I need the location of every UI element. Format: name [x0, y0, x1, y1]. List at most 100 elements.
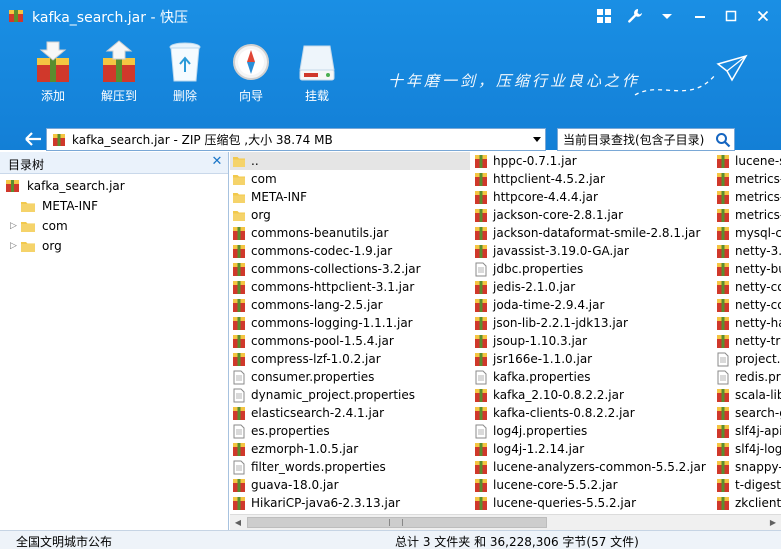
search-field[interactable]: 当前目录查找(包含子目录)	[557, 128, 735, 151]
file-item[interactable]: dynamic_project.properties	[230, 386, 470, 404]
file-item[interactable]: ezmorph-1.0.5.jar	[230, 440, 470, 458]
maximize-button[interactable]	[718, 4, 744, 28]
file-item[interactable]: javassist-3.19.0-GA.jar	[472, 242, 712, 260]
file-name: json-lib-2.2.1-jdk13.jar	[493, 316, 628, 330]
file-item[interactable]: ..	[230, 152, 470, 170]
file-item[interactable]: lucene-analyzers-common-5.5.2.jar	[472, 458, 712, 476]
file-item[interactable]: metrics-	[714, 206, 781, 224]
file-item[interactable]: commons-httpclient-3.1.jar	[230, 278, 470, 296]
file-item[interactable]: metrics-	[714, 188, 781, 206]
file-item[interactable]: search-g	[714, 404, 781, 422]
file-item[interactable]: jackson-dataformat-smile-2.8.1.jar	[472, 224, 712, 242]
scroll-thumb[interactable]	[247, 517, 547, 528]
chevron-down-icon	[662, 14, 672, 19]
menu-dropdown-button[interactable]	[654, 4, 680, 28]
file-item[interactable]: elasticsearch-2.4.1.jar	[230, 404, 470, 422]
back-button[interactable]	[22, 129, 44, 149]
file-item[interactable]: joda-time-2.9.4.jar	[472, 296, 712, 314]
expand-arrow-icon[interactable]: ▷	[10, 241, 20, 251]
extract-to-button[interactable]: 解压到	[89, 40, 149, 106]
file-item[interactable]: log4j-1.2.14.jar	[472, 440, 712, 458]
file-item[interactable]: consumer.properties	[230, 368, 470, 386]
file-item[interactable]: es.properties	[230, 422, 470, 440]
file-item[interactable]: commons-collections-3.2.jar	[230, 260, 470, 278]
grid-view-button[interactable]	[591, 4, 617, 28]
close-button[interactable]	[750, 4, 776, 28]
file-name: metrics-	[735, 172, 781, 186]
file-item[interactable]: lucene-core-5.5.2.jar	[472, 476, 712, 494]
file-item[interactable]: lucene-queries-5.5.2.jar	[472, 494, 712, 512]
file-item[interactable]: jackson-core-2.8.1.jar	[472, 206, 712, 224]
file-item[interactable]: filter_words.properties	[230, 458, 470, 476]
file-item[interactable]: t-digest	[714, 476, 781, 494]
file-item[interactable]: HikariCP-java6-2.3.13.jar	[230, 494, 470, 512]
wizard-button[interactable]: 向导	[221, 40, 281, 106]
file-item[interactable]: netty-bu	[714, 260, 781, 278]
file-name: HikariCP-java6-2.3.13.jar	[251, 496, 401, 510]
file-item[interactable]: commons-beanutils.jar	[230, 224, 470, 242]
delete-button[interactable]: 删除	[155, 40, 215, 106]
file-item[interactable]: redis.pr	[714, 368, 781, 386]
file-item[interactable]: netty-co	[714, 296, 781, 314]
file-item[interactable]: netty-co	[714, 278, 781, 296]
horizontal-scrollbar[interactable]: ◀ ▶	[230, 514, 781, 530]
mount-button[interactable]: 挂载	[287, 40, 347, 106]
file-item[interactable]: log4j.properties	[472, 422, 712, 440]
file-item[interactable]: project.p	[714, 350, 781, 368]
file-item[interactable]: httpclient-4.5.2.jar	[472, 170, 712, 188]
file-item[interactable]: jdbc.properties	[472, 260, 712, 278]
file-item[interactable]: guava-18.0.jar	[230, 476, 470, 494]
file-item[interactable]: mysql-c	[714, 224, 781, 242]
address-bar[interactable]: kafka_search.jar - ZIP 压缩包 ,大小 38.74 MB	[46, 128, 546, 151]
tree-root[interactable]: kafka_search.jar	[5, 176, 125, 196]
expand-arrow-icon[interactable]: ▷	[10, 221, 20, 231]
tree-item-com[interactable]: ▷ com	[10, 216, 68, 236]
file-item[interactable]: commons-logging-1.1.1.jar	[230, 314, 470, 332]
file-item[interactable]: lucene-s	[714, 152, 781, 170]
text-file-icon	[233, 388, 245, 402]
news-link[interactable]: 全国文明城市公布	[16, 533, 112, 549]
file-item[interactable]: scala-lib	[714, 386, 781, 404]
file-item[interactable]: snappy-	[714, 458, 781, 476]
file-item[interactable]: jsr166e-1.1.0.jar	[472, 350, 712, 368]
file-item[interactable]: netty-ha	[714, 314, 781, 332]
file-item[interactable]: hppc-0.7.1.jar	[472, 152, 712, 170]
file-item[interactable]: json-lib-2.2.1-jdk13.jar	[472, 314, 712, 332]
file-item[interactable]: META-INF	[230, 188, 470, 206]
add-button[interactable]: 添加	[23, 40, 83, 106]
search-button[interactable]	[712, 129, 734, 150]
file-item[interactable]: kafka_2.10-0.8.2.2.jar	[472, 386, 712, 404]
tree-item-org[interactable]: ▷ org	[10, 236, 62, 256]
tree-item-meta-inf[interactable]: META-INF	[10, 196, 98, 216]
file-name: consumer.properties	[251, 370, 375, 384]
file-item[interactable]: netty-tra	[714, 332, 781, 350]
file-item[interactable]: com	[230, 170, 470, 188]
file-item[interactable]: httpcore-4.4.4.jar	[472, 188, 712, 206]
file-item[interactable]: metrics-	[714, 170, 781, 188]
file-item[interactable]: slf4j-log	[714, 440, 781, 458]
file-item[interactable]: netty-3.	[714, 242, 781, 260]
file-item[interactable]: zkclient-	[714, 494, 781, 512]
file-item[interactable]: jsoup-1.10.3.jar	[472, 332, 712, 350]
file-item[interactable]: commons-codec-1.9.jar	[230, 242, 470, 260]
folder-icon	[233, 174, 245, 185]
minimize-button[interactable]	[687, 4, 713, 28]
file-item[interactable]: slf4j-api	[714, 422, 781, 440]
tree-item-label: com	[42, 219, 68, 233]
scroll-left-arrow-icon[interactable]: ◀	[232, 517, 244, 529]
text-file-icon	[475, 424, 487, 438]
search-placeholder[interactable]: 当前目录查找(包含子目录)	[563, 131, 712, 148]
tree-close-button[interactable]: ✕	[210, 155, 224, 169]
file-item[interactable]: kafka-clients-0.8.2.2.jar	[472, 404, 712, 422]
text-file-icon	[233, 424, 245, 438]
file-item[interactable]: org	[230, 206, 470, 224]
file-name: com	[251, 172, 277, 186]
file-item[interactable]: commons-pool-1.5.4.jar	[230, 332, 470, 350]
settings-button[interactable]	[622, 4, 648, 28]
file-item[interactable]: compress-lzf-1.0.2.jar	[230, 350, 470, 368]
scroll-right-arrow-icon[interactable]: ▶	[767, 517, 779, 529]
file-item[interactable]: kafka.properties	[472, 368, 712, 386]
file-item[interactable]: jedis-2.1.0.jar	[472, 278, 712, 296]
file-item[interactable]: commons-lang-2.5.jar	[230, 296, 470, 314]
address-dropdown-button[interactable]	[529, 129, 545, 150]
